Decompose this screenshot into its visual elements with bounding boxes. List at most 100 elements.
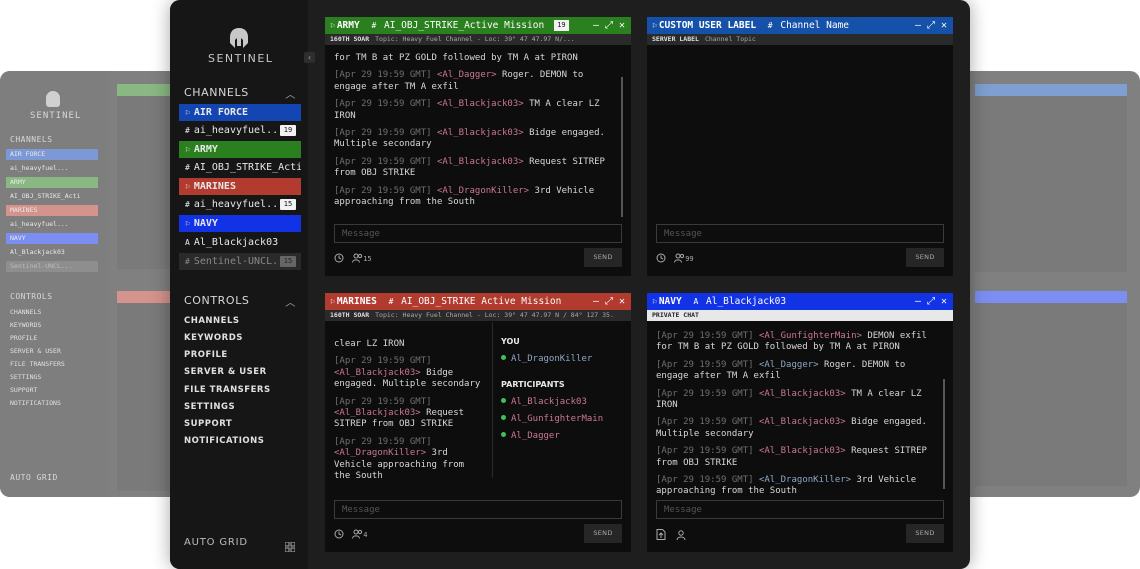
history-icon[interactable] [334, 253, 344, 263]
file-transfer-icon[interactable] [656, 529, 666, 540]
expand-icon[interactable]: ⤢ [605, 293, 613, 310]
menu-item-channels[interactable]: CHANNELS [184, 316, 240, 326]
org-icon: ⚐ [185, 145, 190, 154]
menu-item-settings[interactable]: SETTINGS [184, 402, 235, 412]
message-input[interactable]: Message [656, 224, 944, 243]
panel-subbar: PRIVATE CHAT [647, 310, 953, 321]
message-timestamp: [Apr 29 19:59 GMT] [334, 436, 432, 447]
message-input[interactable]: Message [334, 224, 622, 243]
panel-channel-name: Channel Name [780, 20, 849, 31]
message-input[interactable]: Message [656, 500, 944, 519]
expand-icon[interactable]: ⤢ [605, 17, 613, 34]
close-icon[interactable]: ✕ [941, 293, 947, 310]
channel-hash-icon: # [767, 21, 773, 30]
sidebar-item-air-force[interactable]: ⚐ AIR FORCE [179, 104, 301, 121]
minimize-icon[interactable]: — [915, 17, 921, 34]
users-icon[interactable] [352, 529, 363, 539]
sidebar-item-channel[interactable]: # ai_heavyfuel... 19 [179, 122, 301, 139]
scrollbar[interactable] [943, 379, 945, 489]
background-panel-bar [117, 84, 177, 96]
panel-title-bar: ⚐ MARINES # AI_OBJ_STRIKE Active Mission [325, 293, 631, 310]
sidebar-item-channel[interactable]: # Sentinel-UNCL... 15 [179, 253, 301, 270]
menu-item-server-user[interactable]: SERVER & USER [184, 367, 267, 377]
message-timestamp: [Apr 29 19:59 GMT] [656, 446, 754, 457]
channels-heading-label: CHANNELS [184, 86, 249, 99]
message-nick: <Al_DragonKiller> [436, 185, 530, 196]
background-channel-navy: NAVY [6, 233, 98, 244]
collapse-sidebar-icon[interactable]: ‹ [304, 52, 315, 63]
sidebar-item-marines[interactable]: ⚐ MARINES [179, 178, 301, 195]
send-button[interactable]: SEND [906, 248, 944, 267]
users-icon[interactable] [674, 253, 685, 263]
close-icon[interactable]: ✕ [941, 17, 947, 34]
background-panel-bar [117, 291, 177, 303]
minimize-icon[interactable]: — [593, 17, 599, 34]
message-timestamp: [Apr 29 19:59 GMT] [334, 156, 432, 167]
sidebar-item-channel[interactable]: # ai_heavyfuel... 15 [179, 196, 301, 213]
message: [Apr 29 19:59 GMT] <Al_Dagger> Roger. DE… [656, 360, 937, 383]
org-icon: ⚐ [185, 219, 190, 228]
background-menu-item: CHANNELS [10, 308, 42, 316]
org-icon: ⚐ [330, 297, 335, 306]
minimize-icon[interactable]: — [915, 293, 921, 310]
panel-marines: ⚐ MARINES # AI_OBJ_STRIKE Active Mission … [325, 293, 631, 552]
participant[interactable]: Al_Dagger [501, 431, 603, 441]
scrollbar[interactable] [621, 77, 623, 217]
message-timestamp: [Apr 29 19:59 GMT] [334, 99, 432, 110]
background-controls-heading: CONTROLS [10, 292, 53, 301]
background-channel-marines: MARINES [6, 205, 98, 216]
history-icon[interactable] [656, 253, 666, 263]
panel-channel-name: AI_OBJ_STRIKE_Active Mission [384, 20, 545, 31]
menu-item-notifications[interactable]: NOTIFICATIONS [184, 436, 264, 446]
user-count: 15 [363, 255, 372, 263]
send-button[interactable]: SEND [584, 524, 622, 543]
message-nick: <Al_GunfighterMain> [758, 331, 862, 341]
participant[interactable]: Al_Blackjack03 [501, 397, 603, 407]
message: [Apr 29 19:59 GMT] <Al_Blackjack03> Bidg… [656, 417, 937, 440]
chevron-up-icon[interactable]: ︿ [285, 294, 296, 309]
expand-icon[interactable]: ⤢ [927, 293, 935, 310]
message-timestamp: [Apr 29 19:59 GMT] [334, 396, 432, 407]
channel-topic: Channel Topic [704, 35, 756, 43]
message-text: for TM B at PZ GOLD followed by TM A at … [334, 53, 578, 63]
app-logo: SENTINEL [208, 28, 272, 65]
send-button[interactable]: SEND [906, 524, 944, 543]
participant-name: Al_DragonKiller [511, 354, 593, 364]
main-window: SENTINEL CHANNELS ︿ ⚐ AIR FORCE # ai_heavy… [170, 0, 970, 569]
org-icon: ⚐ [185, 182, 190, 191]
close-icon[interactable]: ✕ [619, 17, 625, 34]
sidebar-item-label: AI_OBJ_STRIKE_Acti [193, 162, 301, 173]
expand-icon[interactable]: ⤢ [927, 17, 935, 34]
grid-icon[interactable] [284, 537, 296, 553]
sidebar-item-navy[interactable]: ⚐ NAVY [179, 215, 301, 232]
sidebar-item-army[interactable]: ⚐ ARMY [179, 141, 301, 158]
menu-item-profile[interactable]: PROFILE [184, 350, 228, 360]
user-profile-icon[interactable] [676, 530, 686, 541]
controls-heading[interactable]: CONTROLS ︿ [184, 294, 296, 309]
sidebar-item-channel[interactable]: # AI_OBJ_STRIKE_Acti [179, 159, 301, 176]
message-timestamp: [Apr 29 19:59 GMT] [656, 388, 754, 399]
participant-self[interactable]: Al_DragonKiller [501, 354, 603, 364]
sidebar-item-direct-message[interactable]: A Al_Blackjack03 [179, 234, 301, 251]
chevron-up-icon[interactable]: ︿ [285, 86, 296, 101]
menu-item-support[interactable]: SUPPORT [184, 419, 232, 429]
sidebar-item-label: Sentinel-UNCL... [193, 256, 291, 267]
participant[interactable]: Al_GunfighterMain [501, 414, 603, 424]
background-panel [975, 291, 1127, 486]
message: [Apr 29 19:59 GMT] <Al_GunfighterMain> D… [656, 331, 937, 354]
users-icon[interactable] [352, 253, 363, 263]
minimize-icon[interactable]: — [593, 293, 599, 310]
channels-heading[interactable]: CHANNELS ︿ [184, 86, 296, 101]
background-channel: AI_OBJ_STRIKE_Acti [10, 192, 81, 200]
participant-name: Al_GunfighterMain [511, 414, 604, 424]
panel-subbar: 160TH SOAR Topic: Heavy Fuel Channel - Lo… [325, 34, 631, 45]
close-icon[interactable]: ✕ [619, 293, 625, 310]
send-button[interactable]: SEND [584, 248, 622, 267]
auto-grid-label[interactable]: AUTO GRID [184, 537, 248, 548]
panel-channel-name: Al_Blackjack03 [706, 296, 787, 307]
message-input[interactable]: Message [334, 500, 622, 519]
message-timestamp: [Apr 29 19:59 GMT] [334, 356, 432, 367]
menu-item-file-transfers[interactable]: FILE TRANSFERS [184, 385, 271, 395]
history-icon[interactable] [334, 529, 344, 539]
menu-item-keywords[interactable]: KEYWORDS [184, 333, 243, 343]
